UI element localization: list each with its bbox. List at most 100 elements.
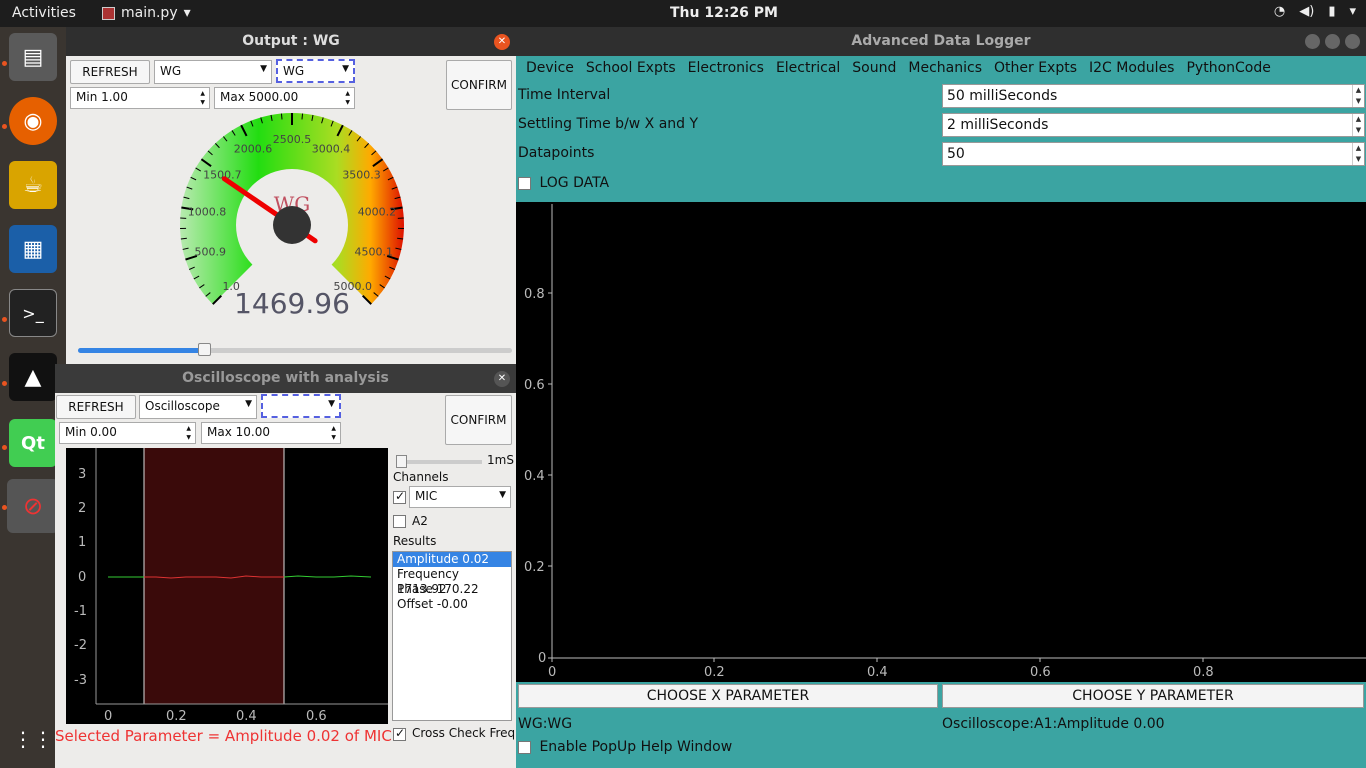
show-applications-icon[interactable]: ⋮⋮ — [9, 715, 57, 763]
choose-x-parameter-button[interactable]: CHOOSE X PARAMETER — [518, 684, 938, 708]
channel-select[interactable]: ▼ — [261, 394, 341, 418]
activities-button[interactable]: Activities — [12, 5, 76, 21]
gauge-tick-label: 1000.8 — [188, 206, 227, 219]
result-phase[interactable]: Phase 170.22 — [393, 582, 511, 597]
oscilloscope-plot[interactable]: 3 2 1 0 -1 -2 -3 0 0.2 0.4 0.6 — [66, 448, 388, 724]
files-icon[interactable]: ▤ — [9, 33, 57, 81]
result-frequency[interactable]: Frequency 1713.92 — [393, 567, 511, 596]
wg-gauge[interactable]: 1.0500.91000.81500.72000.62500.53000.435… — [166, 109, 418, 323]
spin-arrows-icon[interactable]: ▲ ▼ — [200, 89, 205, 107]
window-titlebar[interactable]: Output : WG ✕ — [66, 27, 516, 56]
terminal-icon[interactable]: >_ — [9, 289, 57, 337]
gauge-tick-label: 3000.4 — [312, 142, 351, 155]
timebase-slider[interactable] — [396, 455, 482, 468]
wifi-icon: ◔ — [1273, 4, 1286, 19]
y-tick-label: 3 — [78, 467, 86, 482]
popup-help-label: Enable PopUp Help Window — [539, 739, 733, 755]
blocked-app-icon[interactable]: ⊘ — [7, 479, 59, 533]
max-spinbox[interactable]: Max 10.00 ▲ ▼ — [201, 422, 341, 444]
selected-parameter-status: Selected Parameter = Amplitude 0.02 of M… — [55, 727, 392, 745]
result-amplitude[interactable]: Amplitude 0.02 — [393, 552, 511, 567]
window-titlebar[interactable]: Advanced Data Logger — [516, 27, 1366, 56]
window-title: Advanced Data Logger — [851, 33, 1031, 49]
x-parameter-label: WG:WG — [518, 716, 573, 732]
close-icon[interactable]: ✕ — [494, 34, 510, 50]
analysis-region[interactable] — [144, 448, 284, 704]
gauge-tick-label: 3500.3 — [342, 168, 381, 181]
x-tick-label: 0.2 — [704, 665, 725, 680]
time-interval-row: Time Interval 50 milliSeconds ▲ ▼ — [516, 84, 1366, 108]
menu-device[interactable]: Device — [526, 60, 574, 76]
teapot-icon[interactable]: ☕ — [9, 161, 57, 209]
mic-channel-checkbox[interactable] — [393, 489, 406, 504]
time-interval-spinbox[interactable]: 50 milliSeconds ▲ ▼ — [942, 84, 1365, 108]
cross-check-freq-checkbox[interactable] — [393, 726, 406, 741]
choose-y-parameter-button[interactable]: CHOOSE Y PARAMETER — [942, 684, 1364, 708]
confirm-button[interactable]: CONFIRM — [445, 395, 512, 445]
settling-time-spinbox[interactable]: 2 milliSeconds ▲ ▼ — [942, 113, 1365, 137]
datapoints-spinbox[interactable]: 50 ▲ ▼ — [942, 142, 1365, 166]
min-value: Min 0.00 — [65, 425, 117, 439]
menu-i2c-modules[interactable]: I2C Modules — [1089, 60, 1174, 76]
max-spinbox[interactable]: Max 5000.00 ▲ ▼ — [214, 87, 355, 109]
slider-handle[interactable] — [396, 455, 407, 468]
window-titlebar[interactable]: Oscilloscope with analysis ✕ — [55, 364, 516, 393]
confirm-button[interactable]: CONFIRM — [446, 60, 512, 110]
mic-channel-select[interactable]: MIC ▼ — [409, 486, 511, 508]
spin-arrows-icon[interactable]: ▲ ▼ — [186, 424, 191, 442]
menu-pythoncode[interactable]: PythonCode — [1186, 60, 1270, 76]
spin-arrows-icon[interactable]: ▲ ▼ — [1352, 85, 1364, 107]
result-offset[interactable]: Offset -0.00 — [393, 597, 511, 612]
channel-select[interactable]: WG ▼ — [276, 59, 355, 83]
spin-arrows-icon[interactable]: ▲ ▼ — [1352, 143, 1364, 165]
y-parameter-label: Oscilloscope:A1:Amplitude 0.00 — [942, 716, 1165, 732]
device-select[interactable]: Oscilloscope ▼ — [139, 395, 257, 419]
close-icon[interactable]: ✕ — [494, 371, 510, 387]
device-select[interactable]: WG ▼ — [154, 60, 272, 84]
min-value: Min 1.00 — [76, 90, 128, 104]
system-tray[interactable]: ◔ ◀) ▮ ▾ — [1274, 4, 1356, 19]
app-menu[interactable]: main.py ▾ — [102, 5, 191, 21]
spin-arrows-icon[interactable]: ▲ ▼ — [1352, 114, 1364, 136]
results-list[interactable]: Amplitude 0.02 Frequency 1713.92 Phase 1… — [392, 551, 512, 721]
refresh-button[interactable]: REFRESH — [70, 60, 150, 84]
menu-sound[interactable]: Sound — [852, 60, 896, 76]
qt-creator-icon[interactable]: Qt — [9, 419, 57, 467]
a2-channel-checkbox[interactable] — [393, 515, 406, 528]
wg-slider[interactable] — [78, 343, 512, 356]
x-tick-label: 0.8 — [1193, 665, 1214, 680]
close-icon[interactable] — [1345, 34, 1360, 49]
menu-school-expts[interactable]: School Expts — [586, 60, 676, 76]
main-plot-svg: 0.8 0.6 0.4 0.2 0 0 0.2 0.4 0.6 0.8 — [524, 204, 1366, 680]
chevron-down-icon: ▼ — [499, 490, 506, 500]
log-data-checkbox[interactable] — [518, 176, 531, 190]
refresh-button[interactable]: REFRESH — [56, 395, 136, 419]
advanced-data-logger-window: Advanced Data Logger Device School Expts… — [516, 27, 1366, 768]
menu-electrical[interactable]: Electrical — [776, 60, 840, 76]
menu-electronics[interactable]: Electronics — [688, 60, 764, 76]
main-plot[interactable]: 0.8 0.6 0.4 0.2 0 0 0.2 0.4 0.6 0.8 — [516, 202, 1366, 682]
spin-arrows-icon[interactable]: ▲ ▼ — [331, 424, 336, 442]
maximize-icon[interactable] — [1325, 34, 1340, 49]
menu-other-expts[interactable]: Other Expts — [994, 60, 1077, 76]
gauge-hub — [273, 206, 311, 244]
min-spinbox[interactable]: Min 0.00 ▲ ▼ — [59, 422, 196, 444]
popup-help-checkbox[interactable] — [518, 740, 531, 754]
menu-mechanics[interactable]: Mechanics — [908, 60, 982, 76]
min-spinbox[interactable]: Min 1.00 ▲ ▼ — [70, 87, 210, 109]
x-tick-label: 0.6 — [306, 709, 327, 724]
inkscape-icon[interactable]: ▲ — [9, 353, 57, 401]
minimize-icon[interactable] — [1305, 34, 1320, 49]
slider-handle[interactable] — [197, 343, 211, 356]
writer-icon[interactable]: ▦ — [9, 225, 57, 273]
settling-time-label: Settling Time b/w X and Y — [518, 116, 699, 132]
spin-arrows-icon[interactable]: ▲ ▼ — [345, 89, 350, 107]
gauge-tick-label: 500.9 — [194, 246, 226, 259]
y-tick-label: 1 — [78, 535, 86, 550]
y-tick-label: 0 — [538, 651, 546, 666]
y-tick-label: 0 — [78, 570, 86, 585]
chevron-down-icon: ▾ — [183, 5, 191, 21]
y-tick-label: 0.4 — [524, 469, 545, 484]
clock[interactable]: Thu 12:26 PM — [670, 5, 778, 21]
firefox-icon[interactable]: ◉ — [9, 97, 57, 145]
